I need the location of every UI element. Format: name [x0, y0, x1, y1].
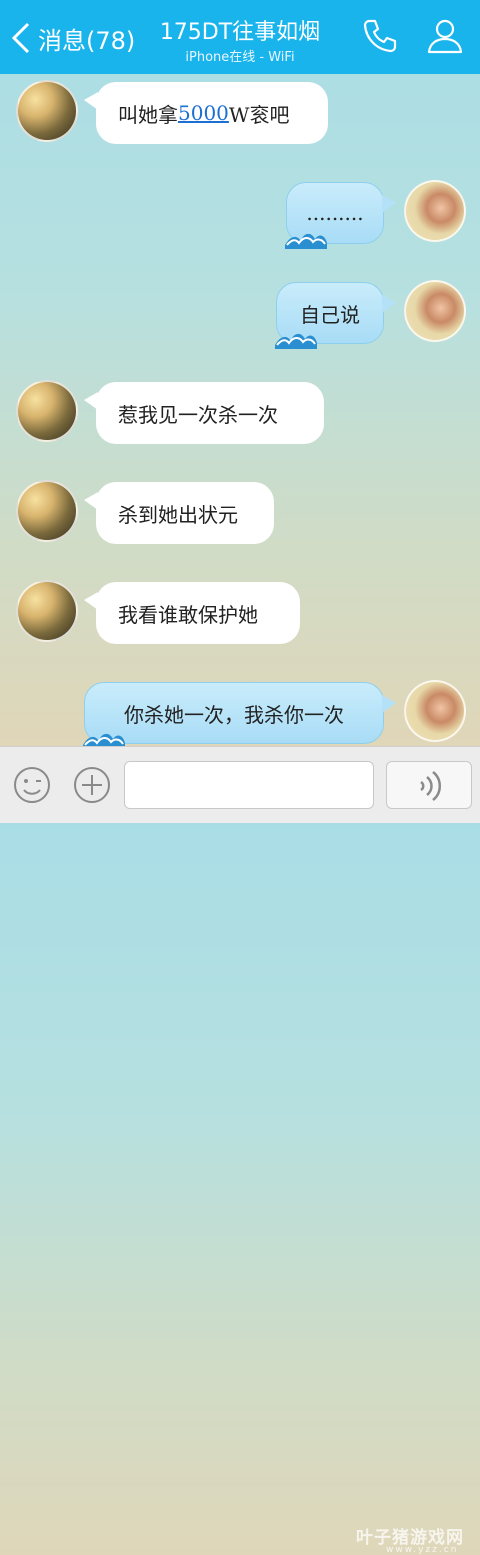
- back-button[interactable]: 消息(78): [10, 18, 135, 58]
- message-text: 我看谁敢保护她: [118, 602, 258, 627]
- message-bubble: 你杀她一次，我杀你一次: [83, 682, 396, 749]
- voice-button[interactable]: [386, 761, 472, 809]
- back-label: 消息(78): [38, 26, 136, 55]
- message-text: W衮吧: [228, 102, 290, 127]
- wave-decoration-icon: [275, 333, 317, 349]
- call-button[interactable]: [360, 16, 400, 56]
- my-avatar[interactable]: [404, 180, 466, 242]
- number-link[interactable]: 5000: [178, 101, 229, 125]
- more-button[interactable]: [72, 765, 112, 805]
- message-bubble: 自己说: [275, 282, 396, 349]
- message-text: 你杀她一次，我杀你一次: [124, 702, 344, 727]
- chat-status: iPhone在线 - WiFi: [185, 50, 295, 65]
- message-text: 叫她拿: [118, 102, 178, 127]
- profile-button[interactable]: [425, 16, 465, 56]
- message-text: 惹我见一次杀一次: [118, 402, 278, 427]
- message-text: .........: [306, 201, 364, 225]
- friend-avatar[interactable]: [16, 480, 78, 542]
- my-avatar[interactable]: [404, 280, 466, 342]
- chat-header: 消息(78) 175DT往事如烟 iPhone在线 - WiFi: [0, 0, 480, 74]
- watermark-url: www.yzz.cn: [386, 1545, 459, 1555]
- chat-title: 175DT往事如烟: [159, 20, 321, 45]
- friend-avatar[interactable]: [16, 580, 78, 642]
- input-bar: 叶子猪游戏网 www.yzz.cn: [0, 746, 480, 1555]
- message-bubble: .........: [285, 182, 396, 249]
- message-input[interactable]: [124, 761, 374, 809]
- phone-icon: [363, 19, 397, 53]
- chevron-left-icon: [11, 22, 30, 54]
- message-bubble: 杀到她出状元: [84, 482, 274, 544]
- message-bubble: 我看谁敢保护她: [84, 582, 300, 644]
- wave-decoration-icon: [285, 233, 327, 249]
- emoji-icon: [14, 767, 50, 803]
- message-text: 杀到她出状元: [118, 502, 238, 527]
- message-bubble: 叫她拿 5000 W衮吧: [84, 82, 328, 144]
- message-bubble: 惹我见一次杀一次: [84, 382, 324, 444]
- emoji-button[interactable]: [12, 765, 52, 805]
- friend-avatar[interactable]: [16, 380, 78, 442]
- my-avatar[interactable]: [404, 680, 466, 742]
- person-icon: [427, 19, 463, 54]
- plus-icon: [74, 767, 110, 803]
- voice-icon: [420, 771, 441, 801]
- friend-avatar[interactable]: [16, 80, 78, 142]
